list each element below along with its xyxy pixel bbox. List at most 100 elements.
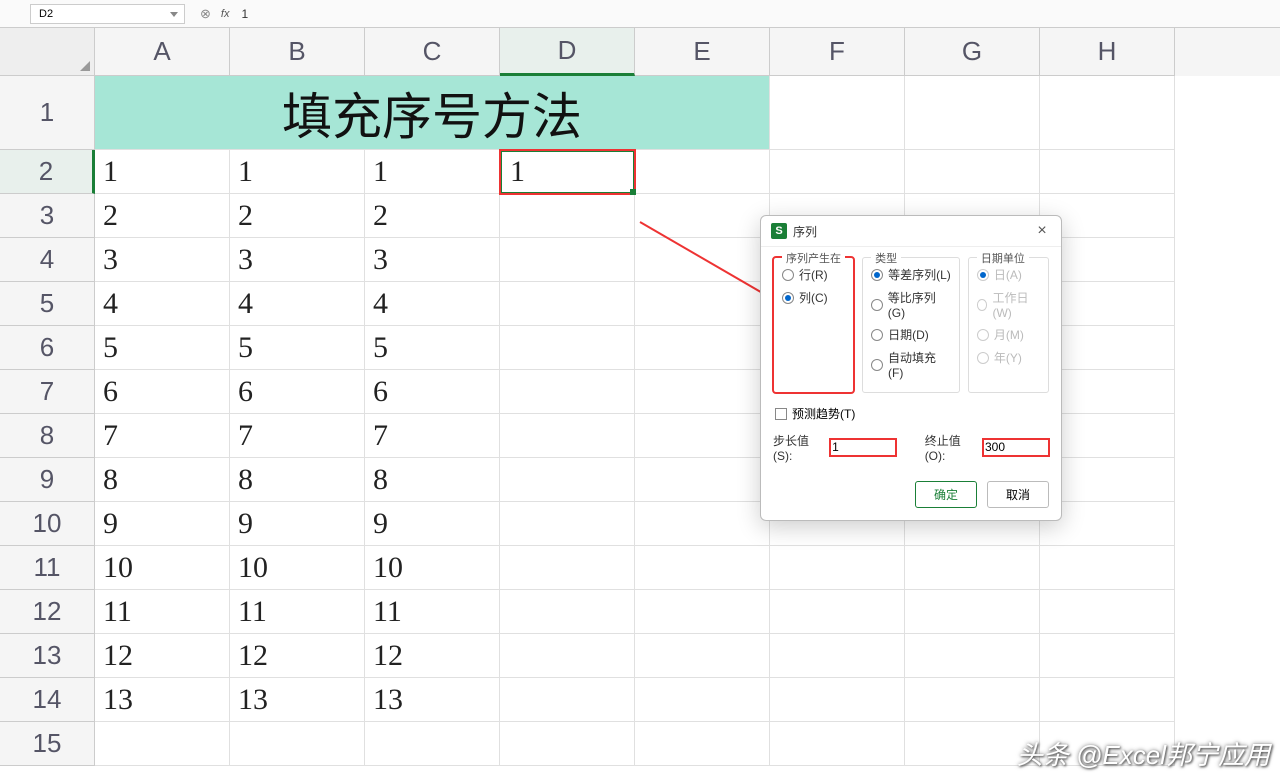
cell[interactable] <box>230 722 365 766</box>
cell-B9[interactable]: 8 <box>230 458 365 502</box>
row-header[interactable]: 13 <box>0 634 95 678</box>
cell[interactable] <box>770 678 905 722</box>
col-header-D[interactable]: D <box>500 28 635 76</box>
cell-C13[interactable]: 12 <box>365 634 500 678</box>
cell[interactable] <box>635 238 770 282</box>
cell[interactable] <box>635 458 770 502</box>
cell[interactable] <box>635 194 770 238</box>
cell[interactable] <box>905 546 1040 590</box>
cell-C3[interactable]: 2 <box>365 194 500 238</box>
cell[interactable] <box>905 76 1040 150</box>
cell-A14[interactable]: 13 <box>95 678 230 722</box>
row-header[interactable]: 6 <box>0 326 95 370</box>
cell-D3[interactable] <box>500 194 635 238</box>
step-value-input[interactable] <box>830 439 896 456</box>
cell[interactable] <box>635 282 770 326</box>
cell-B12[interactable]: 11 <box>230 590 365 634</box>
cell[interactable] <box>95 722 230 766</box>
col-header-F[interactable]: F <box>770 28 905 76</box>
col-header-E[interactable]: E <box>635 28 770 76</box>
col-header-A[interactable]: A <box>95 28 230 76</box>
cell[interactable] <box>770 150 905 194</box>
cell[interactable] <box>635 634 770 678</box>
cell-C5[interactable]: 4 <box>365 282 500 326</box>
cell-D14[interactable] <box>500 678 635 722</box>
cell[interactable] <box>770 546 905 590</box>
cell-C7[interactable]: 6 <box>365 370 500 414</box>
row-header[interactable]: 15 <box>0 722 95 766</box>
predict-trend-checkbox[interactable]: 预测趋势(T) <box>775 405 1049 422</box>
formula-input[interactable]: 1 <box>241 7 248 21</box>
radio-geometric[interactable]: 等比序列(G) <box>871 289 951 320</box>
cell[interactable] <box>500 722 635 766</box>
col-header-G[interactable]: G <box>905 28 1040 76</box>
cell-C14[interactable]: 13 <box>365 678 500 722</box>
cell[interactable] <box>635 502 770 546</box>
cell[interactable] <box>905 634 1040 678</box>
cell-C8[interactable]: 7 <box>365 414 500 458</box>
cell-A3[interactable]: 2 <box>95 194 230 238</box>
radio-date[interactable]: 日期(D) <box>871 326 951 343</box>
cell-D8[interactable] <box>500 414 635 458</box>
cell-A8[interactable]: 7 <box>95 414 230 458</box>
cell-B10[interactable]: 9 <box>230 502 365 546</box>
cell[interactable] <box>770 634 905 678</box>
radio-autofill[interactable]: 自动填充(F) <box>871 349 951 380</box>
row-header[interactable]: 5 <box>0 282 95 326</box>
cell-B8[interactable]: 7 <box>230 414 365 458</box>
cell-C12[interactable]: 11 <box>365 590 500 634</box>
cell-D7[interactable] <box>500 370 635 414</box>
cell-C2[interactable]: 1 <box>365 150 500 194</box>
cell-B3[interactable]: 2 <box>230 194 365 238</box>
cell[interactable] <box>635 150 770 194</box>
cell-C4[interactable]: 3 <box>365 238 500 282</box>
stop-value-input[interactable] <box>983 439 1049 456</box>
cell-D13[interactable] <box>500 634 635 678</box>
cell[interactable] <box>1040 590 1175 634</box>
cell[interactable] <box>905 150 1040 194</box>
cell[interactable] <box>1040 546 1175 590</box>
radio-arithmetic[interactable]: 等差序列(L) <box>871 266 951 283</box>
radio-column[interactable]: 列(C) <box>782 289 845 306</box>
cell-B5[interactable]: 4 <box>230 282 365 326</box>
cell[interactable] <box>635 678 770 722</box>
cell-B14[interactable]: 13 <box>230 678 365 722</box>
row-header[interactable]: 2 <box>0 150 95 194</box>
name-box[interactable]: D2 <box>30 4 185 24</box>
row-header[interactable]: 7 <box>0 370 95 414</box>
row-header[interactable]: 4 <box>0 238 95 282</box>
cell-D6[interactable] <box>500 326 635 370</box>
cell[interactable] <box>635 326 770 370</box>
cell-D11[interactable] <box>500 546 635 590</box>
cell-C6[interactable]: 5 <box>365 326 500 370</box>
ok-button[interactable]: 确定 <box>915 481 977 508</box>
row-header[interactable]: 1 <box>0 76 95 150</box>
cell[interactable] <box>635 590 770 634</box>
col-header-B[interactable]: B <box>230 28 365 76</box>
cell[interactable] <box>635 546 770 590</box>
cell[interactable] <box>1040 634 1175 678</box>
cell-D9[interactable] <box>500 458 635 502</box>
cell[interactable] <box>635 414 770 458</box>
cell[interactable] <box>905 678 1040 722</box>
cell-A6[interactable]: 5 <box>95 326 230 370</box>
cell-A13[interactable]: 12 <box>95 634 230 678</box>
cell[interactable] <box>905 590 1040 634</box>
cell-B13[interactable]: 12 <box>230 634 365 678</box>
row-header[interactable]: 9 <box>0 458 95 502</box>
cell-A5[interactable]: 4 <box>95 282 230 326</box>
radio-row[interactable]: 行(R) <box>782 266 845 283</box>
col-header-H[interactable]: H <box>1040 28 1175 76</box>
cell-C11[interactable]: 10 <box>365 546 500 590</box>
cell-D5[interactable] <box>500 282 635 326</box>
cell[interactable] <box>635 370 770 414</box>
cell[interactable] <box>1040 150 1175 194</box>
cell-A10[interactable]: 9 <box>95 502 230 546</box>
row-header[interactable]: 12 <box>0 590 95 634</box>
cancel-icon[interactable]: ⊗ <box>200 6 211 22</box>
cell-A9[interactable]: 8 <box>95 458 230 502</box>
cell-C9[interactable]: 8 <box>365 458 500 502</box>
cell[interactable] <box>770 722 905 766</box>
close-icon[interactable]: × <box>1033 222 1051 240</box>
cell[interactable] <box>635 722 770 766</box>
